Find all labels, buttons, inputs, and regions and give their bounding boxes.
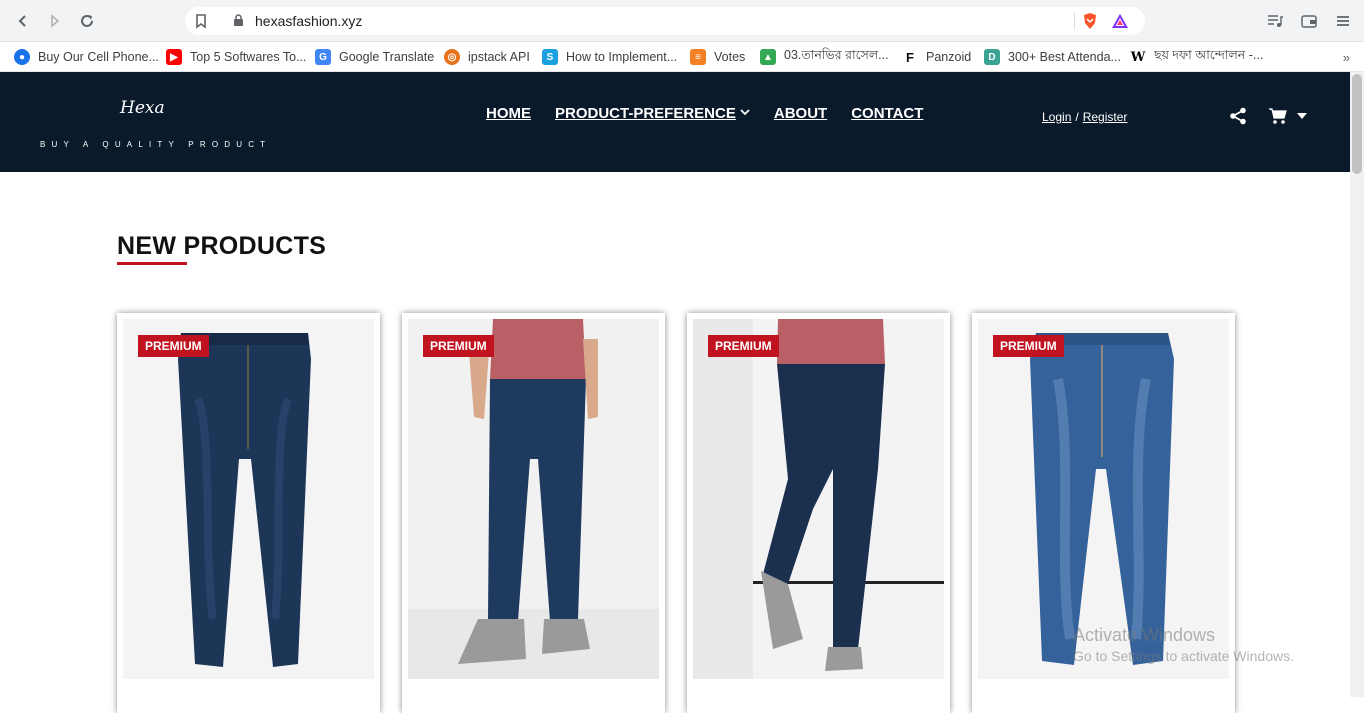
bookmarks-bar: ● Buy Our Cell Phone... ▶ Top 5 Software… (0, 42, 1364, 72)
menu-icon[interactable] (1334, 12, 1352, 30)
drive-icon: ▲ (760, 49, 776, 65)
auth-separator: / (1075, 110, 1079, 124)
login-link[interactable]: Login (1042, 110, 1071, 124)
bookmarks-overflow-icon[interactable]: » (1343, 50, 1350, 65)
watermark-subtitle: Go to Settings to activate Windows. (1073, 648, 1294, 664)
nav-contact-label: CONTACT (851, 105, 924, 122)
premium-badge: PREMIUM (708, 335, 779, 357)
product-card[interactable]: PREMIUM (402, 313, 665, 713)
title-underline (117, 262, 187, 265)
nav-contact[interactable]: CONTACT (851, 105, 923, 122)
lock-icon[interactable] (233, 14, 244, 32)
bookmark-label: ছয় দফা আন্দোলন -... (1154, 48, 1264, 62)
nav-home-label: HOME (486, 105, 531, 122)
nav-product-preference[interactable]: PRODUCT-PREFERENCE (555, 105, 750, 122)
url-text[interactable]: hexasfashion.xyz (255, 13, 362, 29)
panzoid-icon: F (902, 49, 918, 65)
logo-script: Hexa (120, 98, 165, 118)
forward-icon[interactable] (44, 10, 66, 32)
browser-toolbar: hexasfashion.xyz (0, 0, 1364, 42)
s-icon: S (542, 49, 558, 65)
bookmark-item[interactable]: W ছয় দফা আন্দোলন -... (1130, 46, 1263, 68)
nav-product-preference-label: PRODUCT-PREFERENCE (555, 105, 736, 122)
circle-lens-icon: ● (14, 49, 30, 65)
brave-shield-icon[interactable] (1081, 12, 1099, 30)
bookmark-item[interactable]: ▲ 03.তানভির রাসেল... (760, 46, 889, 68)
main-nav: HOME PRODUCT-PREFERENCE ABOUT CONTACT (486, 105, 923, 122)
translate-icon: G (315, 49, 331, 65)
page-scrollbar[interactable] (1350, 72, 1364, 697)
bookmark-item[interactable]: ▶ Top 5 Softwares To... (166, 46, 307, 68)
address-divider (1074, 12, 1075, 30)
nav-about[interactable]: ABOUT (774, 105, 827, 122)
product-card[interactable]: PREMIUM (687, 313, 950, 713)
wikipedia-icon: W (1130, 49, 1146, 65)
bookmark-item[interactable]: F Panzoid (902, 46, 971, 68)
bookmark-item[interactable]: ◎ ipstack API (444, 46, 530, 68)
product-image[interactable]: PREMIUM (123, 319, 374, 679)
bookmark-label: ipstack API (468, 50, 530, 64)
premium-badge: PREMIUM (423, 335, 494, 357)
premium-badge: PREMIUM (993, 335, 1064, 357)
bookmark-label: Google Translate (339, 50, 435, 64)
share-icon[interactable] (1228, 106, 1248, 126)
reload-icon[interactable] (76, 10, 98, 32)
bookmark-label: 300+ Best Attenda... (1008, 50, 1121, 64)
bookmark-item[interactable]: ● Buy Our Cell Phone... (14, 46, 159, 68)
bookmark-label: How to Implement... (566, 50, 678, 64)
bookmark-item[interactable]: S How to Implement... (542, 46, 677, 68)
section-title: NEW PRODUCTS (117, 232, 327, 260)
nav-about-label: ABOUT (773, 105, 828, 122)
d-icon: D (984, 49, 1000, 65)
chevron-down-icon (740, 108, 750, 119)
back-icon[interactable] (12, 10, 34, 32)
bookmark-label: Buy Our Cell Phone... (38, 50, 159, 64)
register-link[interactable]: Register (1083, 110, 1128, 124)
auth-links: Login / Register (1042, 110, 1127, 124)
bookmark-label: Panzoid (926, 50, 972, 64)
product-image[interactable]: PREMIUM (693, 319, 944, 679)
logo-tagline: BUY A QUALITY PRODUCT (40, 140, 272, 149)
product-image[interactable]: PREMIUM (408, 319, 659, 679)
premium-badge: PREMIUM (138, 335, 209, 357)
playlist-icon[interactable] (1266, 12, 1284, 30)
bookmark-label: Top 5 Softwares To... (190, 50, 307, 64)
bookmark-item[interactable]: G Google Translate (315, 46, 434, 68)
bookmark-label: 03.তানভির রাসেল... (784, 48, 889, 62)
globe-icon: ◎ (444, 49, 460, 65)
scrollbar-thumb[interactable] (1352, 74, 1362, 174)
nav-home[interactable]: HOME (486, 105, 531, 122)
stackoverflow-icon: ≡ (690, 49, 706, 65)
watermark-title: Activate Windows (1073, 625, 1216, 645)
wallet-icon[interactable] (1300, 12, 1318, 30)
address-bar[interactable]: hexasfashion.xyz (185, 7, 1145, 35)
caret-down-icon[interactable] (1292, 106, 1312, 126)
site-header: Hexa BUY A QUALITY PRODUCT HOME PRODUCT-… (0, 72, 1350, 172)
windows-activation-watermark: Activate Windows Go to Settings to activ… (1073, 625, 1294, 664)
product-card[interactable]: PREMIUM (117, 313, 380, 713)
bookmark-item[interactable]: D 300+ Best Attenda... (984, 46, 1121, 68)
bookmark-item[interactable]: ≡ Votes (690, 46, 745, 68)
youtube-icon: ▶ (166, 49, 182, 65)
bookmark-label: Votes (714, 50, 746, 64)
cart-icon[interactable] (1268, 106, 1288, 126)
bookmark-icon[interactable] (193, 13, 209, 29)
brave-rewards-icon[interactable] (1111, 12, 1129, 30)
